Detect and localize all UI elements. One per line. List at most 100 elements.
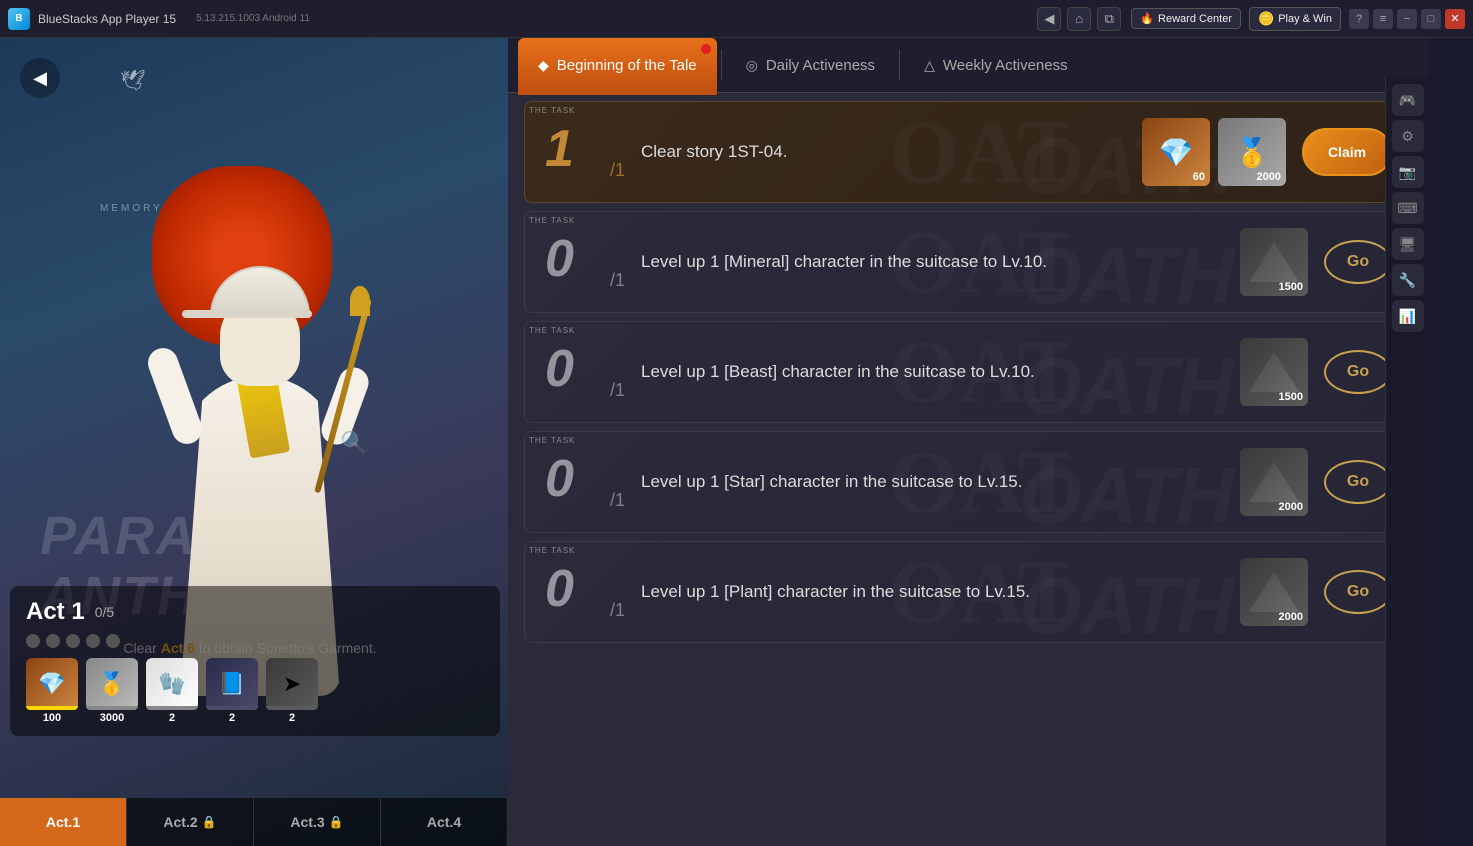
circle-icon: ◎ [746, 57, 758, 74]
gem-label: 100 [43, 712, 61, 724]
coin-label: 3000 [100, 712, 124, 724]
task-reward-4: 2000 [1240, 448, 1308, 516]
act-dots [26, 634, 484, 648]
right-panel: ◆ Beginning of the Tale ◎ Daily Activene… [508, 38, 1429, 846]
reward-count-5: 2000 [1279, 611, 1303, 623]
task-go-4[interactable]: Go [1324, 460, 1392, 504]
reward-gem: 💎 100 [26, 658, 78, 724]
reward-coin: 🥇 3000 [86, 658, 138, 724]
tab-header: ◆ Beginning of the Tale ◎ Daily Activene… [508, 38, 1429, 93]
task-card-1: THE TASK 1 /1 Clear story 1ST-04. OATH 💎… [524, 101, 1413, 203]
arrow-label: 2 [289, 712, 295, 724]
task-rewards-1: 💎 60 🥇 2000 [1142, 118, 1286, 186]
maximize-button[interactable]: □ [1421, 9, 1441, 29]
coin-icon: 🪙 [1258, 11, 1274, 27]
sidebar-icon-7[interactable]: 📊 [1392, 300, 1424, 332]
right-sidebar: 🎮 ⚙ 📷 ⌨ 🖥 🔧 📊 [1385, 76, 1429, 846]
tab-beginning[interactable]: ◆ Beginning of the Tale [518, 38, 717, 92]
book-label: 2 [229, 712, 235, 724]
task-card-2: THE TASK 0 /1 Level up 1 [Mineral] chara… [524, 211, 1413, 313]
gloves-label: 2 [169, 712, 175, 724]
tabs-button[interactable]: ⧉ [1097, 7, 1121, 31]
dot-3 [66, 634, 80, 648]
beginning-badge [701, 44, 711, 54]
task-progress-1: 1 /1 [545, 123, 625, 181]
tab-daily-label: Daily Activeness [766, 57, 875, 74]
dot-4 [86, 634, 100, 648]
task-desc-4: Level up 1 [Star] character in the suitc… [641, 470, 1224, 494]
task-reward-gem-1: 💎 60 [1142, 118, 1210, 186]
task-current-4: 0 [545, 453, 574, 505]
tab-beginning-label: Beginning of the Tale [557, 57, 697, 74]
reward-arrow: ➤ 2 [266, 658, 318, 724]
task-reward-3: 1500 [1240, 338, 1308, 406]
help-button[interactable]: ? [1349, 9, 1369, 29]
sidebar-icon-3[interactable]: 📷 [1392, 156, 1424, 188]
task-denom-5: /1 [610, 600, 625, 621]
close-button[interactable]: ✕ [1445, 9, 1465, 29]
act-progress-panel: Act 1 0/5 💎 100 [10, 586, 500, 736]
act-tab-4[interactable]: Act.4 [381, 798, 508, 846]
reward-center-button[interactable]: 🔥 Reward Center [1131, 8, 1241, 29]
task-progress-2: 0 /1 [545, 233, 625, 291]
task-progress-5: 0 /1 [545, 563, 625, 621]
nav-buttons: ◀ ⌂ ⧉ [1037, 7, 1121, 31]
back-arrow-button[interactable]: ◀ [20, 58, 60, 98]
bluestacks-logo: B [8, 8, 30, 30]
task-denom-4: /1 [610, 490, 625, 511]
play-win-button[interactable]: 🪙 Play & Win [1249, 7, 1341, 31]
task-reward-2: 1500 [1240, 228, 1308, 296]
task-list: THE TASK 1 /1 Clear story 1ST-04. OATH 💎… [508, 93, 1429, 651]
sidebar-icon-6[interactable]: 🔧 [1392, 264, 1424, 296]
act2-label: Act.2 [163, 814, 197, 830]
tab-divider-2 [899, 50, 900, 80]
task-reward-5: 2000 [1240, 558, 1308, 626]
task-claim-1[interactable]: Claim [1302, 128, 1392, 176]
arrow-icon: ➤ [266, 658, 318, 710]
task-go-5[interactable]: Go [1324, 570, 1392, 614]
act-tab-2[interactable]: Act.2 🔒 [127, 798, 254, 846]
sidebar-icon-4[interactable]: ⌨ [1392, 192, 1424, 224]
left-panel: ◀ 🕊 MEMORY OF GLORY PARADEANTHEM [0, 38, 508, 846]
gloves-icon: 🧤 [146, 658, 198, 710]
task-progress-3: 0 /1 [545, 343, 625, 401]
task-desc-5: Level up 1 [Plant] character in the suit… [641, 580, 1224, 604]
tab-divider-1 [721, 50, 722, 80]
menu-button[interactable]: ≡ [1373, 9, 1393, 29]
act-tab-3[interactable]: Act.3 🔒 [254, 798, 381, 846]
coin-reward-icon: 🥇 [86, 658, 138, 710]
tab-weekly[interactable]: △ Weekly Activeness [904, 38, 1088, 92]
task-badge-2: THE TASK [529, 216, 575, 225]
reward-book: 📘 2 [206, 658, 258, 724]
task-badge-5: THE TASK [529, 546, 575, 555]
act1-label: Act.1 [46, 814, 80, 830]
app-version: 5.13.215.1003 Android 11 [196, 13, 310, 24]
act-progress-count: 0/5 [95, 604, 114, 620]
back-button[interactable]: ◀ [1037, 7, 1061, 31]
reward-count-2: 1500 [1279, 281, 1303, 293]
act-tabs: Act.1 Act.2 🔒 Act.3 🔒 Act.4 [0, 798, 508, 846]
sidebar-icon-1[interactable]: 🎮 [1392, 84, 1424, 116]
home-button[interactable]: ⌂ [1067, 7, 1091, 31]
sidebar-icon-5[interactable]: 🖥 [1392, 228, 1424, 260]
dot-1 [26, 634, 40, 648]
tab-daily[interactable]: ◎ Daily Activeness [726, 38, 895, 92]
sidebar-icon-2[interactable]: ⚙ [1392, 120, 1424, 152]
dot-5 [106, 634, 120, 648]
gem-icon: 💎 [26, 658, 78, 710]
task-desc-1: Clear story 1ST-04. [641, 140, 1126, 164]
task-denom-2: /1 [610, 270, 625, 291]
task-go-3[interactable]: Go [1324, 350, 1392, 394]
task-desc-3: Level up 1 [Beast] character in the suit… [641, 360, 1224, 384]
task-card-3: THE TASK 0 /1 Level up 1 [Beast] charact… [524, 321, 1413, 423]
act3-label: Act.3 [290, 814, 324, 830]
task-card-5: THE TASK 0 /1 Level up 1 [Plant] charact… [524, 541, 1413, 643]
task-go-2[interactable]: Go [1324, 240, 1392, 284]
task-current-5: 0 [545, 563, 574, 615]
act-tab-1[interactable]: Act.1 [0, 798, 127, 846]
task-current-2: 0 [545, 233, 574, 285]
act3-lock-icon: 🔒 [329, 815, 344, 829]
minimize-button[interactable]: − [1397, 9, 1417, 29]
play-win-label: Play & Win [1278, 13, 1332, 25]
task-current-1: 1 [545, 123, 574, 175]
